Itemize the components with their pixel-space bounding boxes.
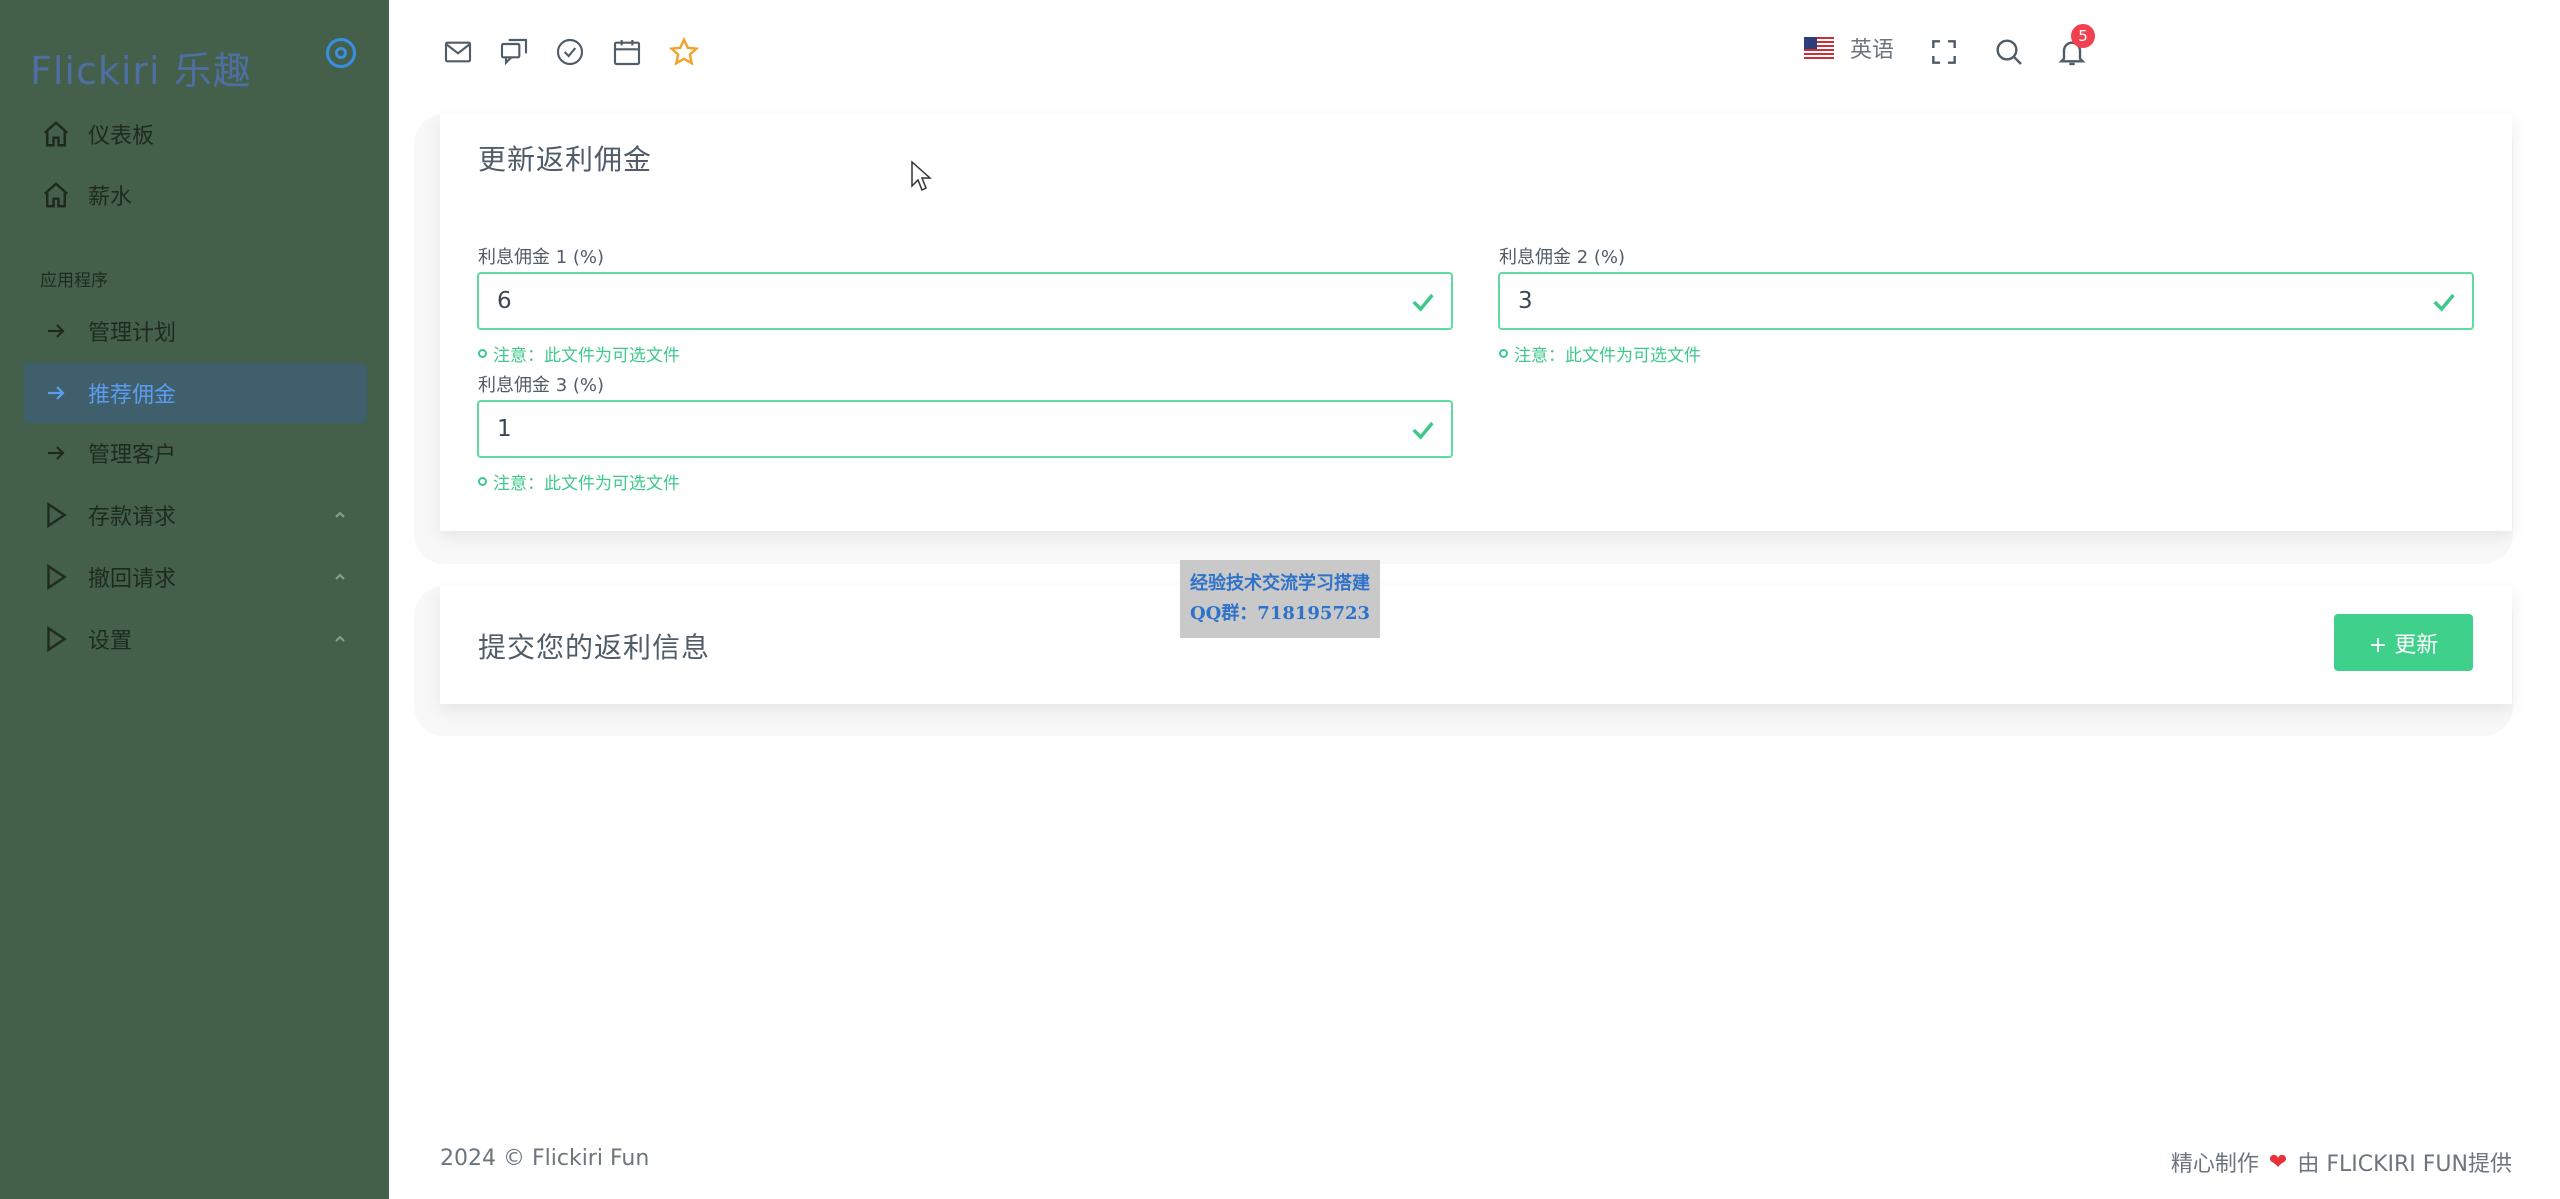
arrow-right-icon: [24, 363, 88, 423]
arrow-right-icon: [24, 423, 88, 483]
home-icon: [24, 165, 88, 225]
circle-icon: [478, 349, 487, 358]
mail-icon[interactable]: [442, 36, 474, 68]
footer-credit: 精心制作 ❤ 由 FLICKIRI FUN提供: [2170, 1149, 2512, 1178]
sidebar-item-dashboard[interactable]: 仪表板: [24, 104, 367, 164]
language-selector[interactable]: 英语: [1804, 32, 1894, 64]
circle-icon: [478, 477, 487, 486]
check-icon: [1409, 288, 1437, 322]
sidebar-item-manage-customers[interactable]: 管理客户: [24, 423, 367, 483]
chevron-up-icon: [333, 507, 347, 526]
field-hint: 注意：此文件为可选文件: [478, 469, 680, 494]
heart-icon: ❤: [2268, 1149, 2288, 1175]
field-value: 1: [497, 416, 512, 442]
commission-3-input[interactable]: 1: [477, 400, 1453, 458]
brand-logo[interactable]: Flickiri 乐趣: [30, 40, 252, 95]
check-icon: [2430, 288, 2458, 322]
sidebar-item-manage-plans[interactable]: 管理计划: [24, 301, 367, 361]
notification-badge: 5: [2071, 24, 2095, 48]
play-icon: [24, 547, 88, 607]
chevron-up-icon: [333, 631, 347, 650]
form-card-title: 更新返利佣金: [478, 143, 653, 176]
play-icon: [24, 485, 88, 545]
sidebar-toggle-icon[interactable]: [326, 38, 356, 68]
calendar-icon[interactable]: [611, 36, 643, 68]
field-label: 利息佣金 1 (%): [478, 247, 605, 268]
sidebar-item-referral-commission[interactable]: 推荐佣金: [24, 363, 367, 423]
play-icon: [24, 609, 88, 669]
sidebar-section-title: 应用程序: [40, 271, 108, 291]
check-icon: [1409, 416, 1437, 450]
language-label: 英语: [1850, 38, 1895, 63]
fullscreen-icon[interactable]: [1928, 36, 1960, 68]
circle-icon: [1499, 349, 1508, 358]
sidebar-item-label: 推荐佣金: [88, 383, 177, 408]
field-value: 3: [1518, 288, 1533, 314]
field-label: 利息佣金 2 (%): [1499, 247, 1626, 268]
search-icon[interactable]: [1993, 36, 2025, 68]
sidebar-item-label: 薪水: [88, 185, 133, 210]
update-button[interactable]: + 更新: [2334, 614, 2473, 671]
field-hint: 注意：此文件为可选文件: [478, 341, 680, 366]
commission-2-input[interactable]: 3: [1498, 272, 2474, 330]
arrow-right-icon: [24, 301, 88, 361]
watermark: 经验技术交流学习搭建 QQ群：718195723: [1180, 560, 1380, 638]
sidebar-item-label: 撤回请求: [88, 567, 177, 592]
field-hint: 注意：此文件为可选文件: [1499, 341, 1701, 366]
field-value: 6: [497, 288, 512, 314]
mouse-cursor-icon: [910, 160, 932, 196]
sidebar-item-label: 设置: [88, 629, 133, 654]
sidebar-item-label: 存款请求: [88, 505, 177, 530]
chevron-up-icon: [333, 569, 347, 588]
chat-icon[interactable]: [498, 36, 530, 68]
sidebar: Flickiri 乐趣 仪表板 薪水 应用程序 管理计划 推荐佣金 管理客户 存…: [0, 0, 389, 1199]
sidebar-item-deposit-requests[interactable]: 存款请求: [24, 485, 367, 545]
us-flag-icon: [1804, 37, 1834, 59]
sidebar-item-salary[interactable]: 薪水: [24, 165, 367, 225]
sidebar-item-label: 仪表板: [88, 124, 155, 149]
footer-copyright: 2024 © Flickiri Fun: [440, 1146, 650, 1171]
star-icon[interactable]: [668, 36, 700, 68]
check-circle-icon[interactable]: [554, 36, 586, 68]
submit-card: [440, 586, 2512, 704]
submit-card-title: 提交您的返利信息: [478, 631, 711, 664]
home-icon: [24, 104, 88, 164]
sidebar-item-label: 管理客户: [88, 443, 177, 468]
sidebar-item-withdraw-requests[interactable]: 撤回请求: [24, 547, 367, 607]
sidebar-item-label: 管理计划: [88, 321, 177, 346]
field-label: 利息佣金 3 (%): [478, 375, 605, 396]
sidebar-item-settings[interactable]: 设置: [24, 609, 367, 669]
commission-1-input[interactable]: 6: [477, 272, 1453, 330]
